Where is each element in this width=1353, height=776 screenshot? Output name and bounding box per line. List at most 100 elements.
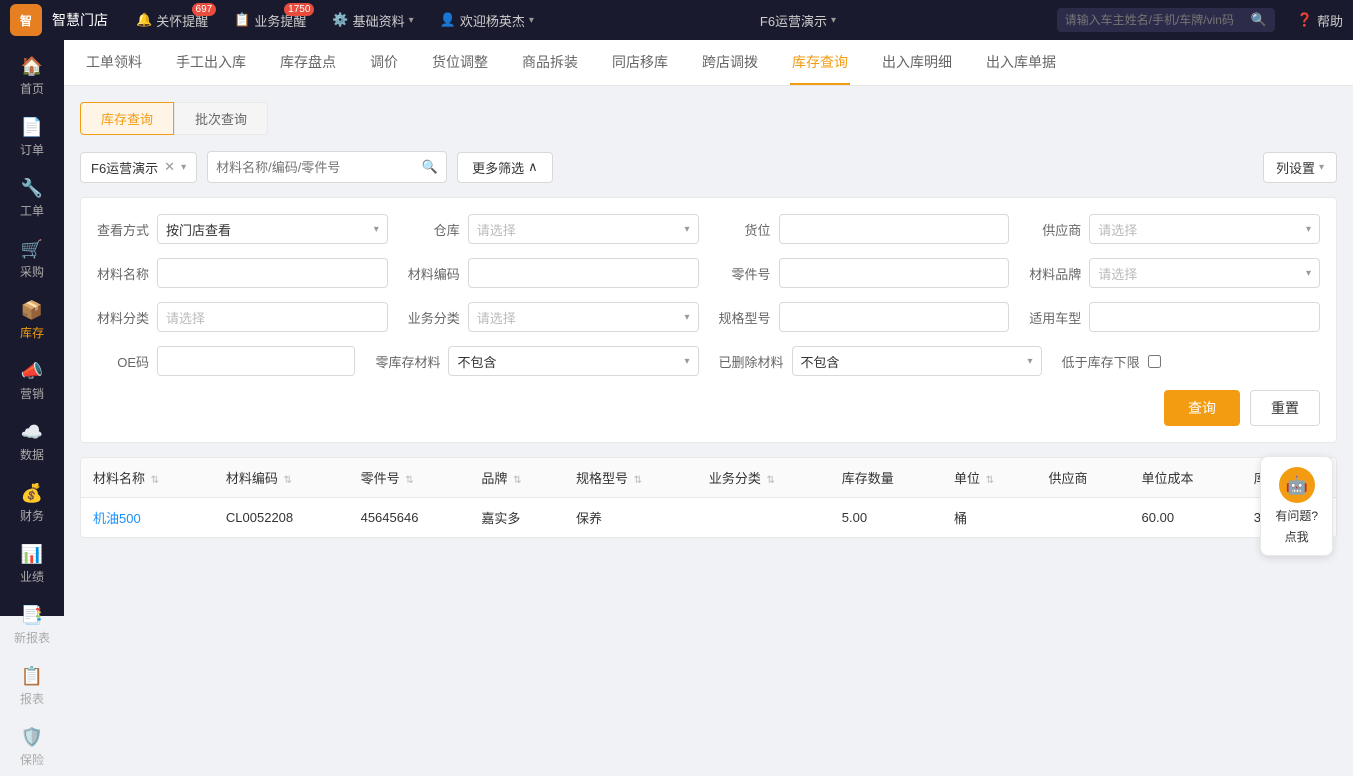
table-header-row: 材料名称 ⇅ 材料编码 ⇅ 零件号 ⇅: [81, 458, 1336, 498]
tab-unpack[interactable]: 商品拆装: [520, 40, 580, 85]
sidebar-item-label: 报表: [20, 690, 44, 707]
tab-inventory-query[interactable]: 库存查询: [790, 40, 850, 85]
sidebar-item-label: 营销: [20, 385, 44, 402]
more-filter-button[interactable]: 更多筛选 ∧: [457, 152, 553, 183]
zero-stock-select[interactable]: 不包含 ▾: [448, 346, 698, 376]
subtab-batch-query[interactable]: 批次查询: [174, 102, 268, 135]
chat-action[interactable]: 点我: [1285, 528, 1309, 545]
work-icon: 🔧: [21, 178, 43, 199]
zero-stock-label: 零库存材料: [375, 352, 440, 371]
sidebar-item-order[interactable]: 📄 订单: [0, 109, 64, 166]
filter-tag-close[interactable]: ✕: [164, 159, 175, 175]
chat-bubble[interactable]: 🤖 有问题? 点我: [1260, 456, 1333, 556]
col-header-brand[interactable]: 品牌 ⇅: [469, 458, 564, 498]
insurance-icon: 🛡️: [21, 727, 43, 748]
sidebar-item-label: 首页: [20, 80, 44, 97]
chevron-down-icon: ▾: [684, 356, 689, 367]
nav-bell[interactable]: 🔔 关怀提醒 697: [128, 11, 216, 30]
sub-tabs: 库存查询 批次查询: [80, 102, 1337, 135]
tab-work-order[interactable]: 工单领料: [84, 40, 144, 85]
sidebar-item-finance[interactable]: 💰 财务: [0, 475, 64, 532]
filter-action-row: 查询 重置: [97, 390, 1320, 426]
material-name-field: 材料名称: [97, 258, 388, 288]
material-code-input[interactable]: [468, 258, 699, 288]
col-header-code[interactable]: 材料编码 ⇅: [214, 458, 349, 498]
chevron-down-icon: ▾: [684, 224, 689, 235]
tab-in-out-detail[interactable]: 出入库明细: [880, 40, 954, 85]
spec-field: 规格型号: [719, 302, 1010, 332]
location-input[interactable]: [779, 214, 1010, 244]
adv-filter-row-1: 查看方式 按门店查看 ▾ 仓库 请选择 ▾ 货位: [97, 214, 1320, 244]
deleted-select[interactable]: 不包含 ▾: [792, 346, 1042, 376]
tab-location[interactable]: 货位调整: [430, 40, 490, 85]
column-setting-button[interactable]: 列设置 ▾: [1263, 152, 1337, 183]
sidebar-item-insurance[interactable]: 🛡️ 保险: [0, 719, 64, 776]
nav-task[interactable]: 📋 业务提醒 1750: [226, 11, 314, 30]
global-search[interactable]: 🔍: [1057, 8, 1275, 32]
material-search-input[interactable]: [216, 160, 416, 175]
tab-price[interactable]: 调价: [368, 40, 400, 85]
subtab-inventory-query[interactable]: 库存查询: [80, 102, 174, 135]
sidebar-item-data[interactable]: ☁️ 数据: [0, 414, 64, 471]
tab-cross-transfer[interactable]: 跨店调拨: [700, 40, 760, 85]
data-table: 材料名称 ⇅ 材料编码 ⇅ 零件号 ⇅: [80, 457, 1337, 538]
sidebar-item-work[interactable]: 🔧 工单: [0, 170, 64, 227]
chevron-down-icon: ▾: [1306, 268, 1311, 279]
biz-category-select[interactable]: 请选择 ▾: [468, 302, 699, 332]
col-header-biz-cat[interactable]: 业务分类 ⇅: [697, 458, 830, 498]
tab-stocktake[interactable]: 库存盘点: [278, 40, 338, 85]
vehicle-input[interactable]: [1089, 302, 1320, 332]
table-row: 机油500 CL0052208 45645646 嘉实多 保养 5.00 桶 6…: [81, 498, 1336, 538]
biz-category-label: 业务分类: [408, 308, 460, 327]
sort-icon: ⇅: [513, 475, 521, 486]
app-logo: 智: [10, 4, 42, 36]
col-header-part-no[interactable]: 零件号 ⇅: [349, 458, 470, 498]
material-name-input[interactable]: [157, 258, 388, 288]
col-header-spec[interactable]: 规格型号 ⇅: [564, 458, 697, 498]
sidebar-item-label: 新报表: [14, 629, 50, 646]
material-category-select[interactable]: 请选择: [157, 302, 388, 332]
tab-transfer[interactable]: 同店移库: [610, 40, 670, 85]
adv-filter-row-3: 材料分类 请选择 业务分类 请选择 ▾ 规格型号: [97, 302, 1320, 332]
col-header-unit-cost: 单位成本: [1130, 458, 1242, 498]
sidebar-item-report[interactable]: 📋 报表: [0, 658, 64, 715]
below-min-checkbox[interactable]: [1148, 355, 1161, 368]
spec-input[interactable]: [779, 302, 1010, 332]
sidebar-item-inventory[interactable]: 📦 库存: [0, 292, 64, 349]
chat-avatar: 🤖: [1279, 467, 1315, 503]
col-header-unit[interactable]: 单位 ⇅: [942, 458, 1037, 498]
search-icon: 🔍: [1251, 12, 1267, 28]
order-icon: 📄: [21, 117, 43, 138]
nav-user[interactable]: 👤 欢迎杨英杰 ▾: [432, 11, 542, 30]
material-name-label: 材料名称: [97, 264, 149, 283]
sidebar-item-marketing[interactable]: 📣 营销: [0, 353, 64, 410]
sidebar-item-performance[interactable]: 📊 业绩: [0, 536, 64, 593]
query-button[interactable]: 查询: [1164, 390, 1240, 426]
reset-button[interactable]: 重置: [1250, 390, 1320, 426]
supplier-select[interactable]: 请选择 ▾: [1089, 214, 1320, 244]
tab-manual[interactable]: 手工出入库: [174, 40, 248, 85]
page-content: 库存查询 批次查询 F6运营演示 ✕ ▾ 🔍 更多筛选: [64, 86, 1353, 616]
sidebar-item-home[interactable]: 🏠 首页: [0, 48, 64, 105]
nav-f6[interactable]: F6运营演示 ▾: [752, 11, 844, 30]
material-category-field: 材料分类 请选择: [97, 302, 388, 332]
sidebar-item-report-new[interactable]: 📑 新报表: [0, 597, 64, 654]
filter-tag-store[interactable]: F6运营演示 ✕ ▾: [80, 152, 197, 183]
nav-settings[interactable]: ⚙️ 基础资料 ▾: [324, 11, 421, 30]
sidebar-item-purchase[interactable]: 🛒 采购: [0, 231, 64, 288]
search-input[interactable]: [1065, 13, 1245, 27]
sidebar-item-label: 数据: [20, 446, 44, 463]
part-no-input[interactable]: [779, 258, 1010, 288]
tab-in-out-doc[interactable]: 出入库单据: [984, 40, 1058, 85]
cell-name[interactable]: 机油500: [81, 498, 214, 538]
brand-select[interactable]: 请选择 ▾: [1089, 258, 1320, 288]
help-button[interactable]: ❓ 帮助: [1297, 11, 1343, 30]
search-icon[interactable]: 🔍: [422, 159, 438, 175]
oe-input[interactable]: [157, 346, 355, 376]
below-min-label: 低于库存下限: [1062, 352, 1140, 371]
bell-icon: 🔔: [136, 12, 152, 28]
material-search-wrap[interactable]: 🔍: [207, 151, 447, 183]
warehouse-select[interactable]: 请选择 ▾: [468, 214, 699, 244]
view-mode-select[interactable]: 按门店查看 ▾: [157, 214, 388, 244]
col-header-name[interactable]: 材料名称 ⇅: [81, 458, 214, 498]
